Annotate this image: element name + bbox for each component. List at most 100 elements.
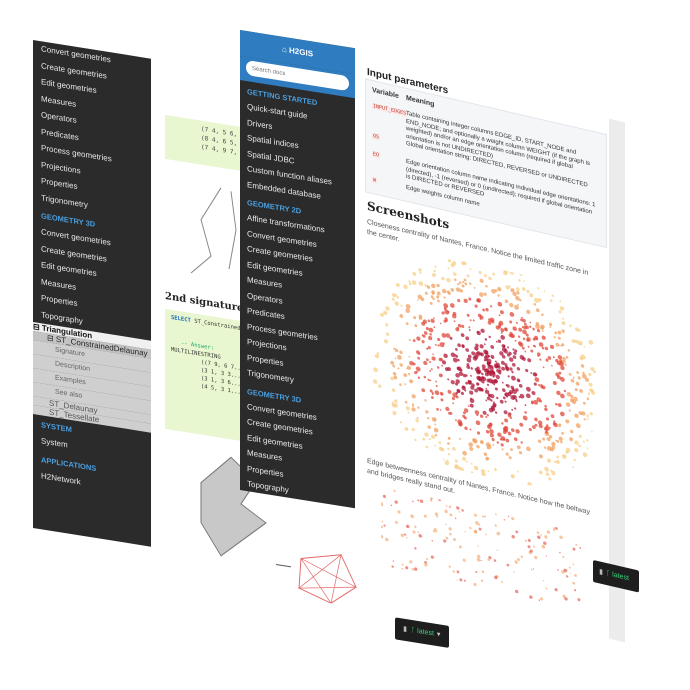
map-point (476, 444, 480, 449)
map-point (541, 335, 546, 340)
map-point (383, 339, 389, 344)
map-point (452, 570, 455, 573)
map-point (414, 324, 418, 328)
map-point (492, 444, 495, 446)
map-point (415, 418, 419, 423)
map-point (481, 570, 485, 574)
map-point (544, 404, 547, 408)
map-point (559, 306, 565, 311)
map-point (520, 318, 523, 322)
map-point (537, 439, 542, 444)
map-point (509, 302, 514, 308)
map-point (475, 570, 478, 574)
map-point (568, 372, 572, 376)
map-point (452, 402, 455, 405)
map-point (534, 555, 538, 560)
map-point (498, 314, 501, 317)
map-point (463, 416, 467, 420)
map-point (497, 301, 503, 307)
map-point (559, 300, 562, 303)
map-point (460, 333, 465, 338)
map-point (557, 569, 559, 571)
map-point (556, 440, 560, 443)
map-point (544, 407, 548, 412)
map-point (469, 446, 474, 451)
map-point (586, 439, 589, 442)
map-point (423, 331, 428, 335)
map-point (442, 288, 447, 294)
map-point (403, 373, 408, 378)
map-point (393, 403, 398, 408)
map-point (393, 489, 396, 492)
map-point (465, 460, 468, 463)
front-doc-page: Input parameters Variable Meaning INPUT_ED… (355, 60, 639, 643)
map-point (436, 515, 439, 518)
map-point (427, 425, 431, 429)
map-point (464, 426, 468, 430)
map-point (429, 333, 432, 336)
map-point (576, 371, 580, 374)
map-point (434, 390, 440, 396)
map-point (557, 330, 562, 335)
map-point (391, 388, 396, 392)
map-point (417, 531, 420, 534)
map-point (468, 297, 472, 301)
map-point (435, 385, 438, 388)
map-point (561, 431, 565, 435)
map-point (572, 547, 576, 551)
map-point (507, 346, 509, 349)
map-point (439, 409, 442, 411)
map-point (570, 394, 574, 399)
map-point (406, 365, 412, 370)
map-point (561, 321, 566, 326)
middle-sidebar-page: ⌂ H2GIS GETTING STARTEDQuick-start guide… (240, 30, 355, 548)
map-point (461, 284, 465, 288)
map-point (421, 388, 426, 393)
map-point (373, 367, 378, 373)
map-point (525, 333, 529, 337)
map-point (485, 442, 491, 448)
map-point (444, 309, 450, 315)
map-point (469, 526, 472, 530)
map-point (473, 286, 476, 289)
map-point (535, 308, 540, 313)
map-point (485, 284, 488, 288)
map-point (522, 357, 526, 361)
map-point (563, 389, 567, 393)
map-point (500, 580, 503, 583)
map-point (546, 530, 551, 534)
map-point (560, 411, 565, 417)
map-point (410, 514, 414, 519)
map-point (455, 347, 458, 351)
map-point (473, 582, 477, 587)
map-point (515, 287, 520, 292)
map-point (510, 385, 515, 390)
map-point (412, 500, 414, 503)
map-point (422, 437, 426, 441)
map-point (457, 343, 461, 348)
version-selector[interactable]: ▮ ᚴ latest ▾ (395, 617, 449, 648)
map-point (441, 360, 447, 365)
map-point (475, 420, 481, 426)
map-point (572, 563, 575, 566)
map-point (435, 530, 438, 533)
map-point (571, 339, 576, 344)
map-point (530, 372, 533, 374)
map-point (464, 531, 466, 533)
map-point (392, 410, 397, 416)
map-point (497, 339, 502, 343)
map-point (527, 545, 531, 549)
map-point (494, 360, 497, 363)
map-point (390, 504, 393, 507)
map-point (470, 471, 474, 474)
map-point (455, 287, 461, 292)
map-point (497, 286, 502, 292)
map-point (499, 351, 504, 356)
map-point (457, 419, 462, 425)
map-point (511, 516, 515, 521)
map-point (485, 430, 490, 434)
map-point (459, 467, 464, 472)
map-point (423, 375, 427, 379)
map-point (485, 533, 487, 536)
map-point (580, 364, 585, 368)
